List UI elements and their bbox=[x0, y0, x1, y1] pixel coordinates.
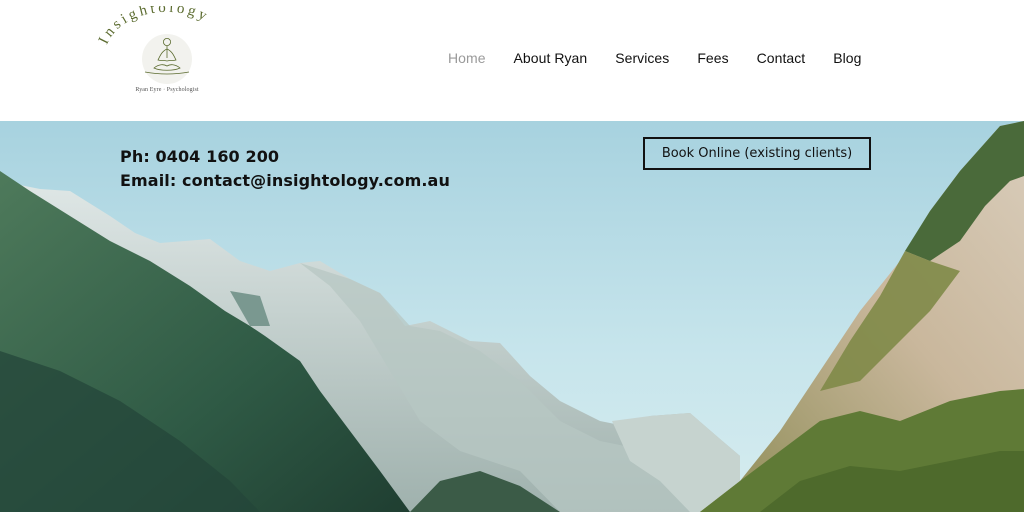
logo[interactable]: Insightology Ryan Eyre · Psychologist bbox=[98, 6, 238, 102]
site-header: Insightology Ryan Eyre · Psychologist Ho… bbox=[0, 0, 1024, 121]
nav-about-ryan[interactable]: About Ryan bbox=[514, 48, 588, 68]
phone-number[interactable]: Ph: 0404 160 200 bbox=[120, 145, 450, 169]
main-nav: Home About Ryan Services Fees Contact Bl… bbox=[436, 48, 889, 68]
nav-fees[interactable]: Fees bbox=[697, 48, 728, 68]
nav-home[interactable]: Home bbox=[448, 48, 486, 68]
email-address[interactable]: Email: contact@insightology.com.au bbox=[120, 169, 450, 193]
hero-section: Ph: 0404 160 200 Email: contact@insighto… bbox=[0, 121, 1024, 512]
book-online-button[interactable]: Book Online (existing clients) bbox=[643, 137, 871, 170]
logo-subtitle: Ryan Eyre · Psychologist bbox=[135, 87, 199, 93]
nav-blog[interactable]: Blog bbox=[833, 48, 861, 68]
contact-info: Ph: 0404 160 200 Email: contact@insighto… bbox=[120, 145, 450, 193]
nav-services[interactable]: Services bbox=[615, 48, 669, 68]
nav-contact[interactable]: Contact bbox=[757, 48, 806, 68]
